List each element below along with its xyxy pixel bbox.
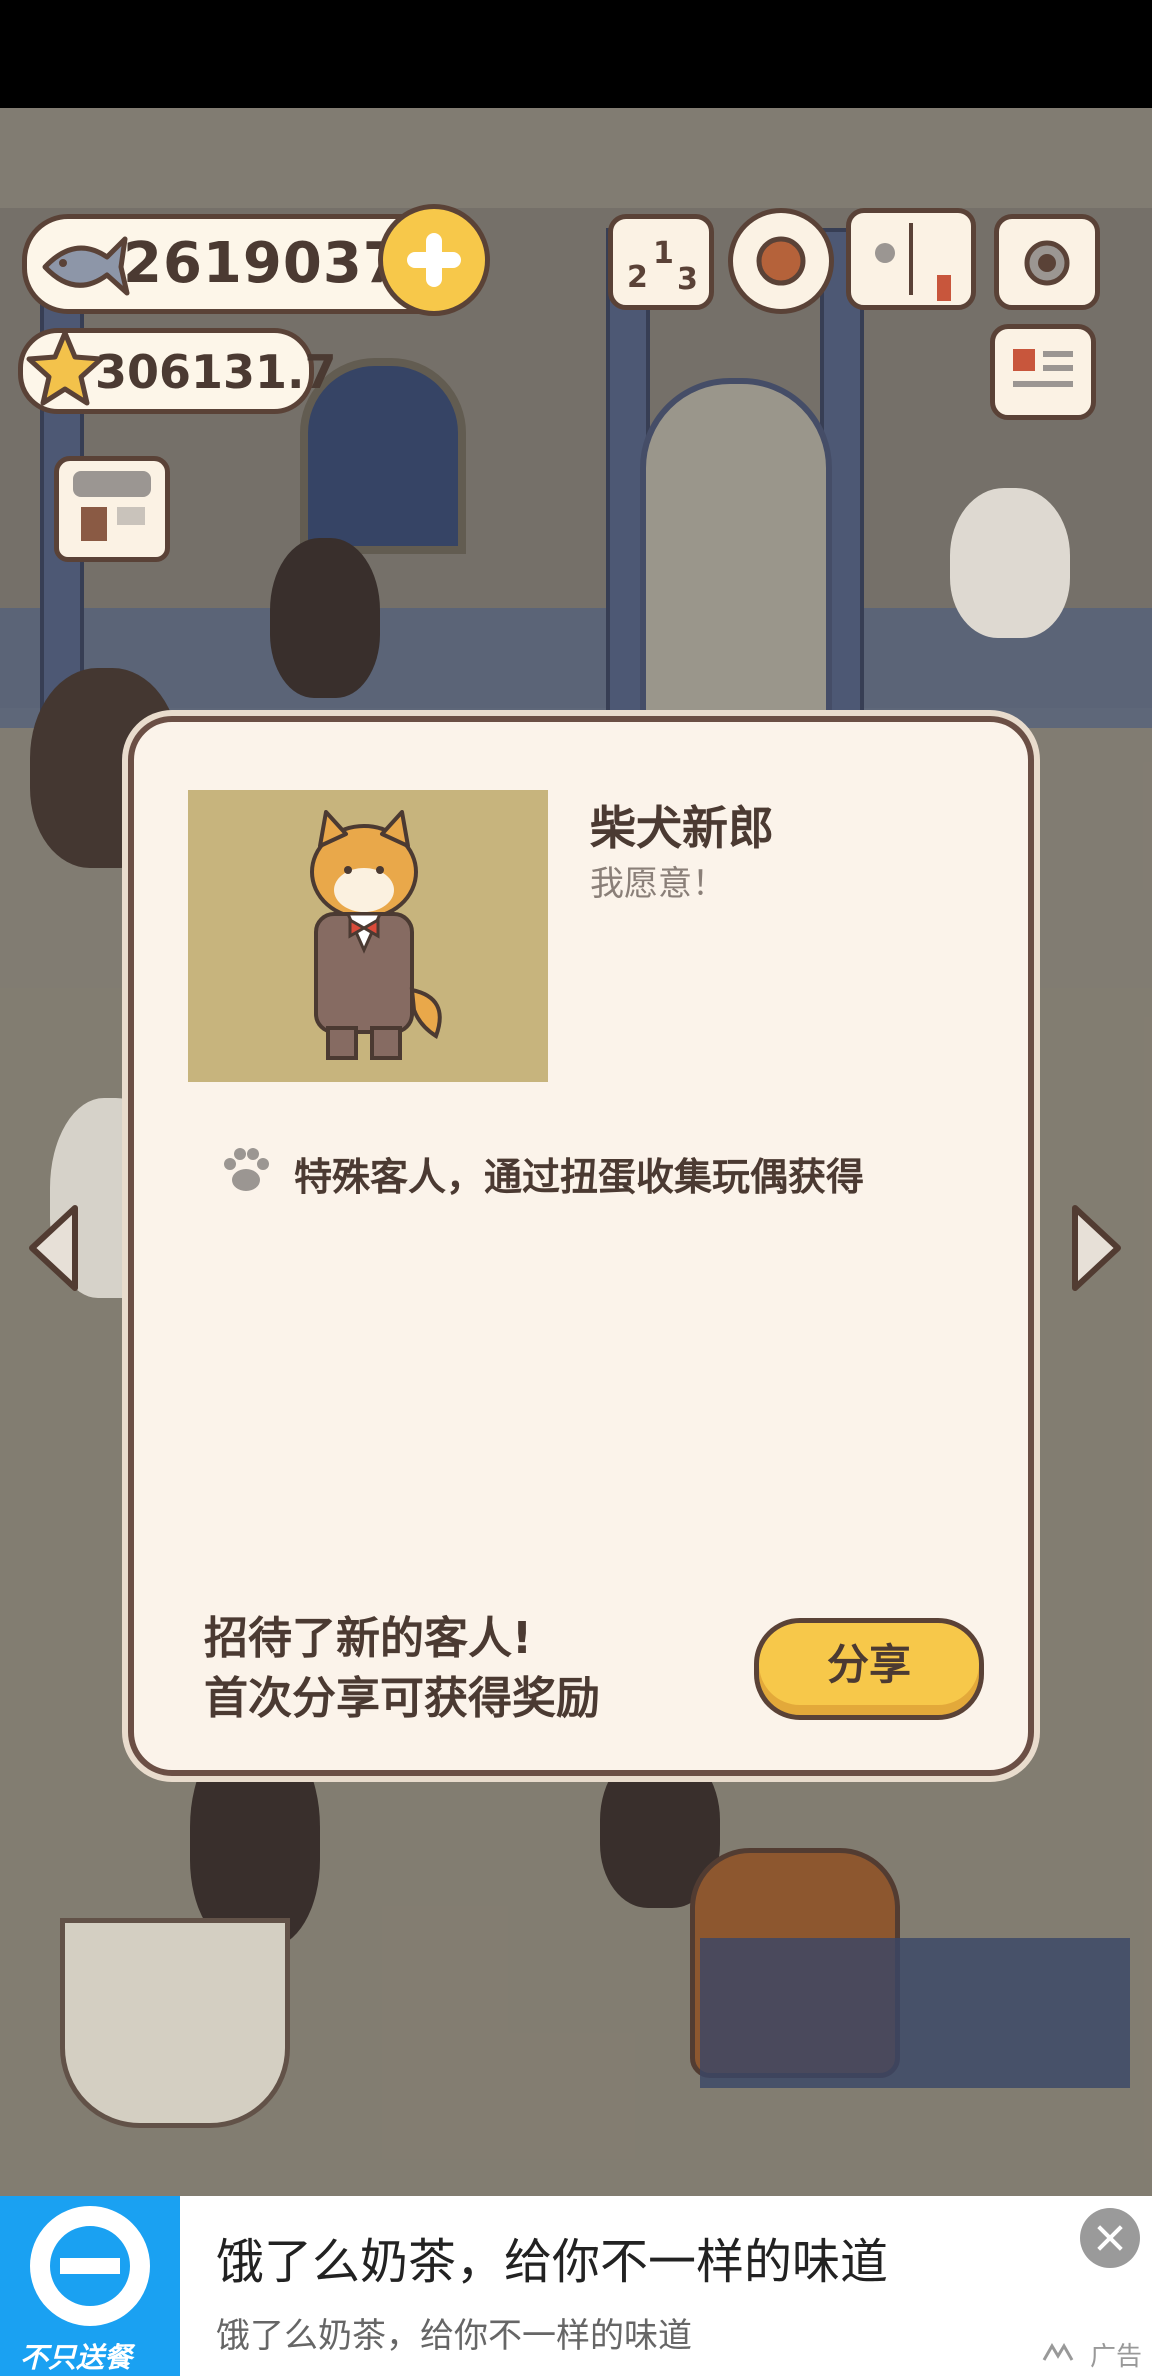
ad-tag: 广告 bbox=[1090, 2342, 1143, 2372]
camera-button[interactable] bbox=[994, 214, 1100, 310]
cat-book-icon bbox=[875, 223, 951, 301]
ranking-icon: 2 1 3 bbox=[627, 236, 698, 297]
share-button[interactable]: 分享 bbox=[754, 1618, 984, 1720]
star-count: 306131.7 bbox=[95, 345, 337, 399]
ele-me-logo-icon bbox=[30, 2206, 150, 2326]
shiba-groom-illustration bbox=[310, 810, 442, 1060]
ad-title[interactable]: 饿了么奶茶，给你不一样的味道 bbox=[216, 2222, 888, 2292]
customer-quote: 我愿意！ bbox=[590, 864, 726, 904]
star-currency-pill: 306131.7 bbox=[18, 328, 337, 414]
ad-network-icon bbox=[1042, 2343, 1074, 2361]
cat-book-button[interactable] bbox=[846, 208, 976, 310]
new-customer-notice: 招待了新的客人! bbox=[204, 1613, 533, 1664]
customer-description: 特殊客人，通过扭蛋收集玩偶获得 bbox=[294, 1155, 865, 1199]
customer-name: 柴犬新郎 bbox=[590, 801, 774, 855]
status-bar bbox=[0, 0, 1152, 108]
ad-logo-caption: 不只送餐 bbox=[20, 2341, 133, 2374]
add-fish-button[interactable] bbox=[378, 204, 490, 316]
newspaper-icon bbox=[1013, 349, 1073, 387]
shop-icon bbox=[73, 471, 151, 541]
ranking-button[interactable]: 2 1 3 bbox=[608, 214, 714, 310]
shop-button[interactable] bbox=[54, 456, 170, 562]
ad-banner[interactable]: 不只送餐 饿了么奶茶，给你不一样的味道 饿了么奶茶，给你不一样的味道 广告 bbox=[0, 2196, 1152, 2376]
fish-icon bbox=[42, 236, 130, 296]
settings-button[interactable] bbox=[728, 208, 834, 314]
svg-text:2: 2 bbox=[627, 260, 648, 295]
ad-close-button[interactable] bbox=[1080, 2208, 1140, 2268]
customer-portrait bbox=[188, 790, 548, 1082]
camera-icon bbox=[1024, 240, 1070, 286]
settings-gear-icon bbox=[756, 236, 806, 286]
new-customer-dialog: 柴犬新郎 我愿意！ 特殊客人，通过扭蛋收集玩偶获得 招待了新的客人! 首次分享可… bbox=[128, 716, 1034, 1776]
svg-text:1: 1 bbox=[653, 236, 674, 271]
newspaper-button[interactable] bbox=[990, 324, 1096, 420]
paw-icon bbox=[224, 1148, 269, 1191]
ele-me-logo[interactable]: 不只送餐 bbox=[0, 2196, 180, 2376]
ad-subtitle[interactable]: 饿了么奶茶，给你不一样的味道 bbox=[216, 2308, 692, 2357]
share-reward-notice: 首次分享可获得奖励 bbox=[204, 1673, 600, 1724]
svg-text:3: 3 bbox=[677, 262, 698, 297]
